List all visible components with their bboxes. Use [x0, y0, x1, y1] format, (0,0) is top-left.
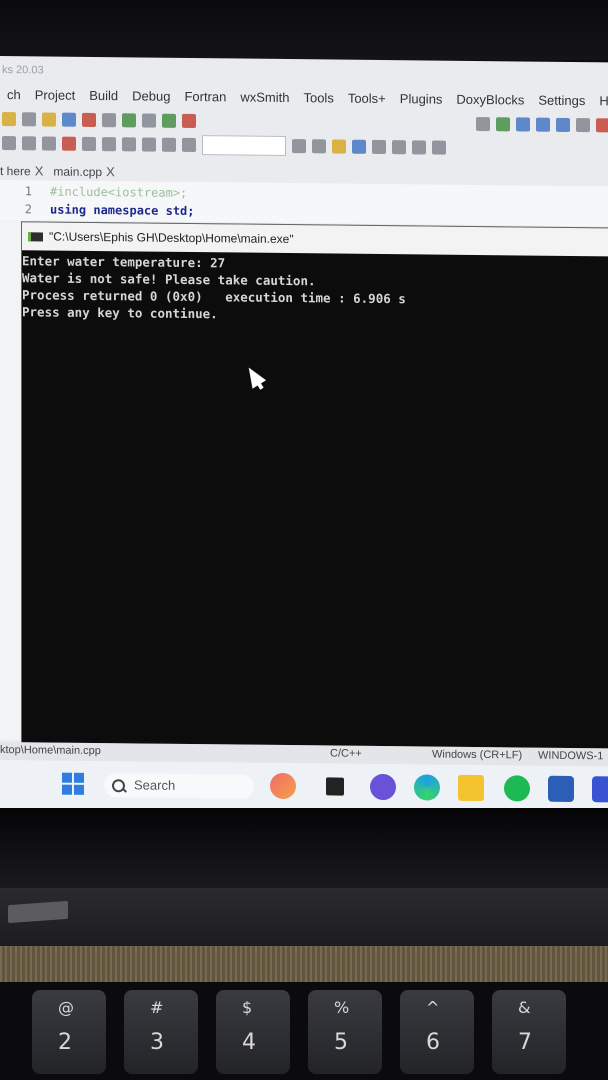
back-icon[interactable] [292, 139, 306, 154]
console-window[interactable]: "C:\Users\Ephis GH\Desktop\Home\main.exe… [22, 222, 608, 749]
build-icon[interactable] [142, 113, 156, 128]
menu-item-wxsmith[interactable]: wxSmith [233, 86, 296, 109]
status-line-endings: Windows (CR+LF) [432, 748, 523, 762]
match-case-icon[interactable] [352, 139, 366, 154]
pointer-icon[interactable] [392, 140, 406, 155]
clear-icon[interactable] [182, 137, 196, 153]
laptop-body [0, 888, 608, 948]
settings-gear-icon[interactable] [102, 113, 116, 128]
menu-item-help[interactable]: He [592, 90, 608, 112]
menu-item-settings[interactable]: Settings [531, 90, 592, 113]
code-line: #include<iostream>; [50, 184, 188, 200]
key-4[interactable]: $4 [216, 990, 290, 1074]
toggle-bookmark-icon[interactable] [142, 137, 156, 152]
search-icon [112, 779, 125, 793]
spotify-icon[interactable] [504, 775, 530, 802]
wrench-icon[interactable] [102, 137, 116, 152]
comment-icon[interactable] [2, 136, 16, 151]
forward-icon[interactable] [312, 139, 326, 154]
search-label: Search [134, 777, 176, 793]
tab-main-cpp[interactable]: main.cpp X [53, 163, 114, 179]
replace-icon[interactable] [82, 112, 96, 128]
paste-icon[interactable] [42, 112, 56, 127]
close-tab-icon[interactable]: X [106, 164, 115, 179]
laptop-bezel [0, 0, 608, 60]
select-rect-icon[interactable] [412, 140, 426, 155]
line-number: 2 [24, 202, 32, 217]
pause-icon[interactable] [576, 118, 590, 133]
console-titlebar[interactable]: "C:\Users\Ephis GH\Desktop\Home\main.exe… [22, 222, 608, 257]
uncomment-icon[interactable] [22, 136, 36, 151]
widgets-icon[interactable] [270, 772, 296, 800]
task-view-icon[interactable] [326, 777, 344, 796]
laptop-screen: ks 20.03 ch Project Build Debug Fortran … [0, 56, 608, 815]
debug-start-icon[interactable] [496, 117, 510, 132]
doc-comment-icon[interactable] [42, 136, 56, 151]
save-icon[interactable] [22, 112, 36, 127]
teams-chat-icon[interactable] [370, 773, 396, 801]
rebuild-icon[interactable] [162, 113, 176, 128]
key-5[interactable]: % 5 [308, 990, 382, 1074]
word-icon[interactable] [548, 775, 574, 803]
menu-item-project[interactable]: Project [28, 84, 82, 107]
status-language: C/C++ [330, 747, 362, 760]
open-folder-icon[interactable] [2, 112, 16, 127]
abort-icon[interactable] [182, 113, 196, 129]
key-7[interactable]: & 7 [492, 990, 566, 1074]
step-over-icon[interactable] [536, 117, 550, 132]
edge-icon[interactable] [414, 774, 440, 801]
code-editor[interactable]: 1 #include<iostream>; 2 using namespace … [0, 180, 608, 227]
menu-item-debug[interactable]: Debug [125, 85, 177, 108]
regex-icon[interactable] [372, 139, 386, 155]
windows-taskbar: Search [0, 760, 608, 815]
step-into-icon[interactable] [516, 117, 530, 132]
step-out-icon[interactable] [556, 117, 570, 132]
line-number: 1 [24, 184, 32, 199]
console-app-icon [28, 231, 43, 241]
menu-item-plugins[interactable]: Plugins [393, 88, 450, 111]
menu-item-tools[interactable]: Tools [296, 87, 340, 109]
app-icon[interactable] [592, 776, 608, 803]
key-3[interactable]: #3 [124, 990, 198, 1074]
file-explorer-icon[interactable] [458, 774, 484, 802]
key-2[interactable]: @2 [32, 990, 106, 1074]
keyboard: @2 #3 $4 % 5 ^ 6 & 7 [0, 982, 608, 1080]
code-line: using namespace std; [50, 202, 195, 219]
target-icon[interactable] [476, 116, 490, 132]
highlight-icon[interactable] [332, 139, 346, 154]
find-icon[interactable] [62, 112, 76, 127]
menu-item-search[interactable]: ch [0, 84, 28, 106]
taskbar-search[interactable]: Search [104, 773, 254, 799]
status-file-path: ktop\Home\main.cpp [0, 744, 101, 758]
console-output: Enter water temperature: 27 Water is not… [22, 252, 608, 738]
tab-start-here[interactable]: t here X [0, 163, 43, 178]
help-icon[interactable] [82, 136, 96, 152]
menu-item-tools-plus[interactable]: Tools+ [341, 88, 393, 111]
ide-toolbar-secondary [0, 130, 608, 162]
prev-bookmark-icon[interactable] [122, 137, 136, 152]
close-tab-icon[interactable]: X [35, 163, 44, 178]
search-combo[interactable] [202, 135, 286, 156]
stop-debug-icon[interactable] [596, 118, 608, 133]
status-encoding: WINDOWS-1 [538, 749, 604, 763]
start-icon[interactable] [62, 772, 84, 795]
image-icon[interactable] [432, 140, 446, 155]
key-6[interactable]: ^ 6 [400, 990, 474, 1074]
breakpoint-icon[interactable] [62, 136, 76, 151]
console-title: "C:\Users\Ephis GH\Desktop\Home\main.exe… [49, 229, 294, 247]
menu-item-build[interactable]: Build [82, 85, 125, 107]
run-icon[interactable] [122, 113, 136, 128]
menu-item-fortran[interactable]: Fortran [177, 86, 233, 109]
menu-item-doxyblocks[interactable]: DoxyBlocks [449, 89, 531, 112]
speaker-grille [0, 946, 608, 982]
laptop-hinge [0, 808, 608, 888]
next-bookmark-icon[interactable] [162, 137, 176, 152]
